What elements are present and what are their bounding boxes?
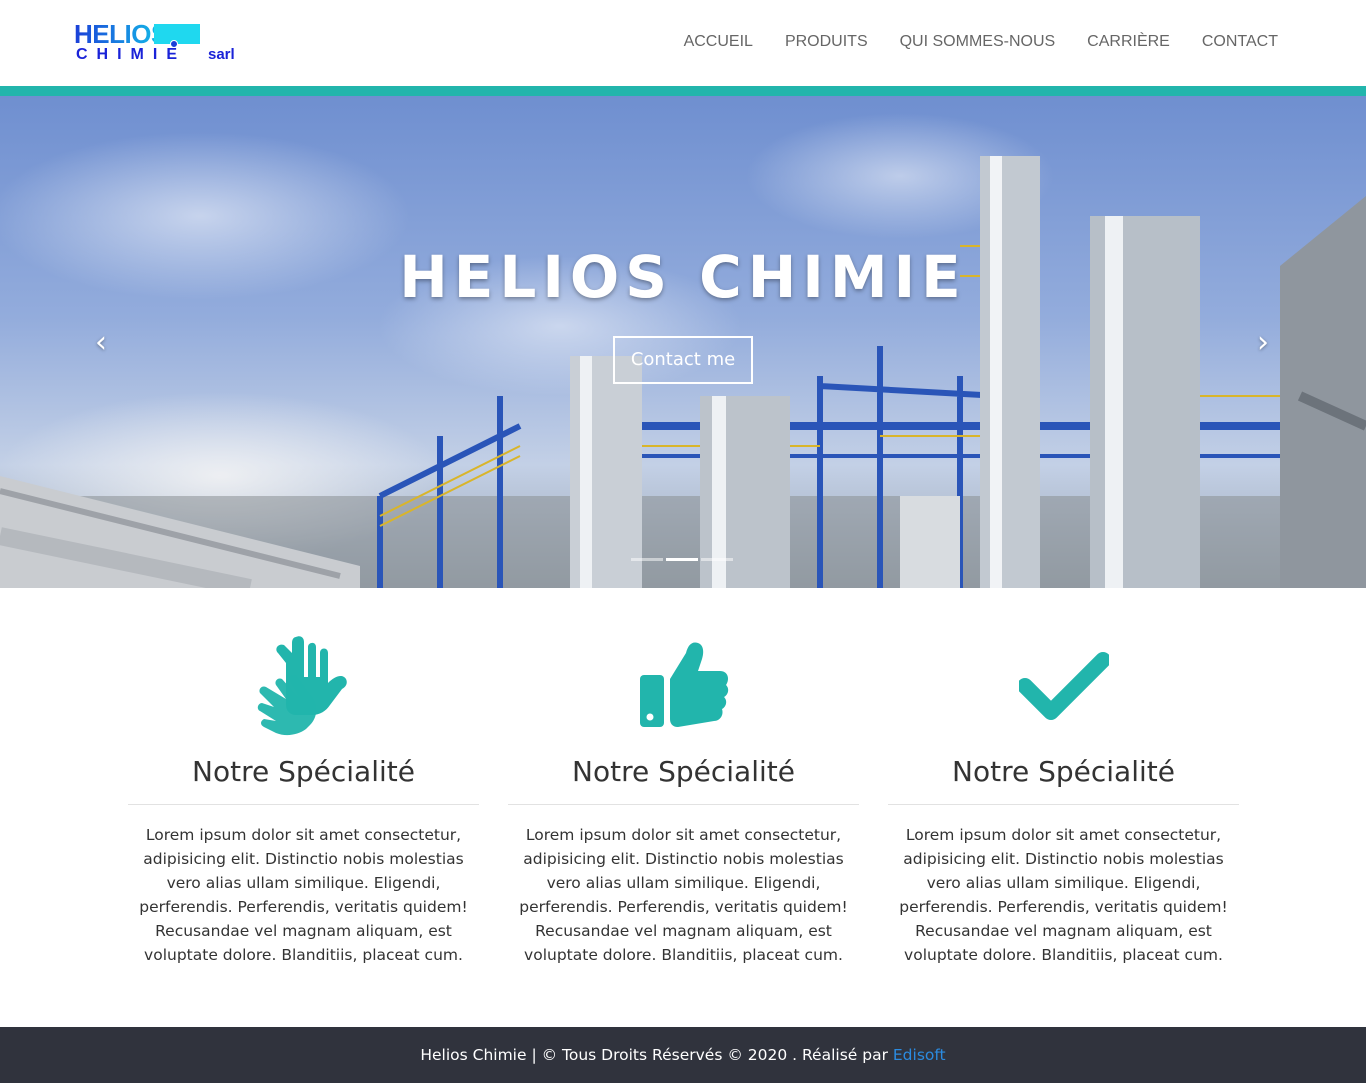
logo-suffix: sarl — [208, 46, 235, 63]
main-nav: ACCUEIL PRODUITS QUI SOMMES-NOUS CARRIÈR… — [684, 30, 1278, 54]
divider — [508, 804, 859, 805]
feature-title: Notre Spécialité — [192, 755, 415, 788]
logo-truck-graphic — [154, 24, 200, 48]
carousel-indicators — [631, 558, 733, 561]
feature-text: Lorem ipsum dolor sit amet consectetur, … — [899, 826, 1228, 964]
carousel-indicator[interactable] — [631, 558, 663, 561]
divider — [888, 804, 1239, 805]
divider — [128, 804, 479, 805]
sign-language-icon — [128, 630, 479, 740]
feature-card: Notre Spécialité Lorem ipsum dolor sit a… — [508, 630, 859, 967]
nav-item-qui-sommes-nous[interactable]: QUI SOMMES-NOUS — [900, 30, 1056, 54]
contact-me-button[interactable]: Contact me — [613, 336, 753, 384]
nav-item-contact[interactable]: CONTACT — [1202, 30, 1278, 54]
nav-item-produits[interactable]: PRODUITS — [785, 30, 868, 54]
feature-card: Notre Spécialité Lorem ipsum dolor sit a… — [888, 630, 1239, 967]
accent-bar — [0, 86, 1366, 96]
footer-copyright: Helios Chimie | © Tous Droits Réservés ©… — [420, 1046, 893, 1064]
nav-item-accueil[interactable]: ACCUEIL — [684, 30, 753, 54]
thumbs-up-icon — [508, 630, 859, 740]
hero-carousel: HELIOS CHIMIE Contact me ‹ › — [0, 96, 1366, 588]
footer-credit-link[interactable]: Edisoft — [893, 1046, 946, 1064]
features-section: Notre Spécialité Lorem ipsum dolor sit a… — [128, 630, 1239, 967]
nav-item-carriere[interactable]: CARRIÈRE — [1087, 30, 1170, 54]
hero-title: HELIOS CHIMIE — [399, 243, 967, 311]
logo[interactable]: HELIOS CHIMIE sarl — [72, 20, 244, 66]
feature-text: Lorem ipsum dolor sit amet consectetur, … — [139, 826, 468, 964]
chevron-right-icon[interactable]: › — [1248, 328, 1278, 358]
feature-title: Notre Spécialité — [952, 755, 1175, 788]
site-header: HELIOS CHIMIE sarl ACCUEIL PRODUITS QUI … — [0, 0, 1366, 86]
logo-line2: CHIMIE — [76, 46, 186, 63]
feature-card: Notre Spécialité Lorem ipsum dolor sit a… — [128, 630, 479, 967]
site-footer: Helios Chimie | © Tous Droits Réservés ©… — [0, 1027, 1366, 1083]
carousel-indicator-active[interactable] — [666, 558, 698, 561]
carousel-indicator[interactable] — [701, 558, 733, 561]
chevron-left-icon[interactable]: ‹ — [86, 328, 116, 358]
feature-title: Notre Spécialité — [572, 755, 795, 788]
check-icon — [888, 630, 1239, 740]
feature-text: Lorem ipsum dolor sit amet consectetur, … — [519, 826, 848, 964]
